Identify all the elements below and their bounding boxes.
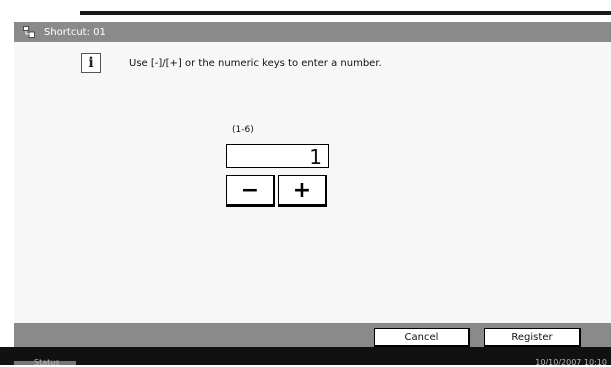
plus-icon: + <box>292 177 312 203</box>
register-button[interactable]: Register <box>484 328 581 347</box>
decrement-button[interactable]: − <box>226 175 275 207</box>
datetime: 10/10/2007 10:10 <box>535 358 607 367</box>
increment-button[interactable]: + <box>278 175 327 207</box>
cancel-button[interactable]: Cancel <box>374 328 470 347</box>
content-area: i Use [-]/[+] or the numeric keys to ent… <box>14 42 611 323</box>
number-field[interactable]: 1 <box>226 144 329 169</box>
info-message: Use [-]/[+] or the numeric keys to enter… <box>129 57 382 69</box>
status-label: Status <box>34 358 60 367</box>
info-row: i Use [-]/[+] or the numeric keys to ent… <box>81 52 382 74</box>
top-strip <box>80 11 611 15</box>
title-bar: Shortcut: 01 <box>14 22 611 42</box>
status-bar: Status 10/10/2007 10:10 <box>0 347 611 367</box>
info-icon: i <box>81 53 101 73</box>
page-title: Shortcut: 01 <box>44 26 106 38</box>
range-label: (1-6) <box>232 125 254 135</box>
footer-bar: Cancel Register <box>14 323 611 347</box>
minus-icon: − <box>240 177 260 203</box>
shortcut-icon <box>22 25 36 39</box>
